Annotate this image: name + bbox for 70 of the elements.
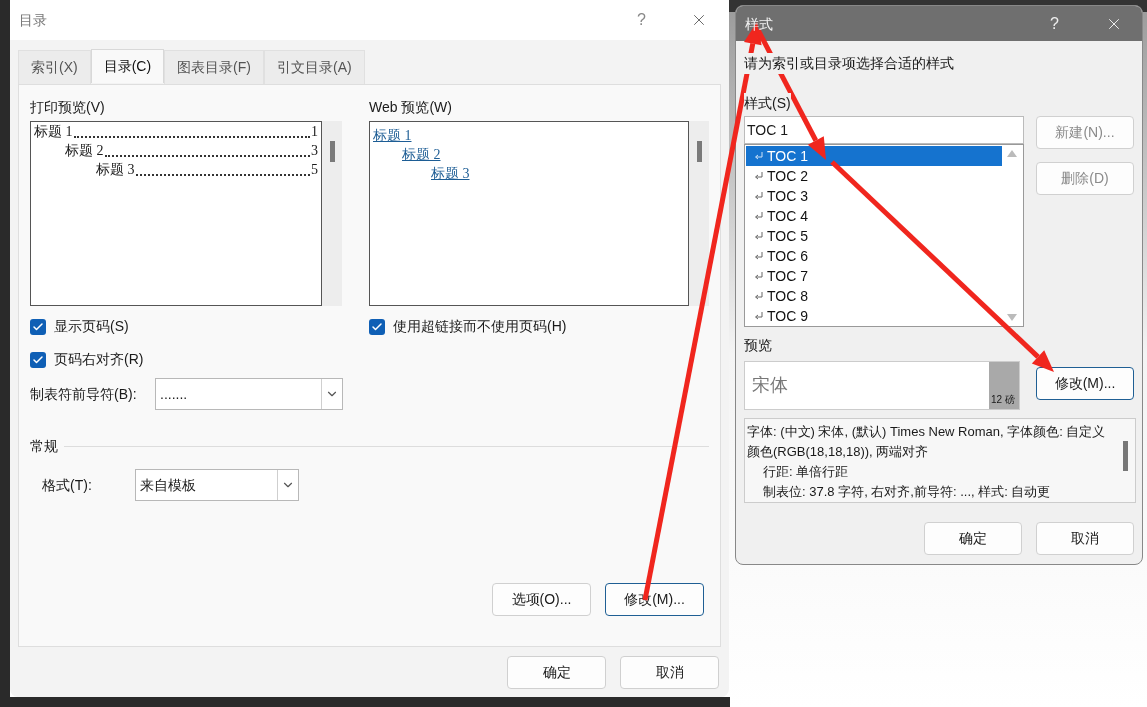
- window-title: 样式: [745, 15, 773, 32]
- checkbox[interactable]: [369, 318, 385, 335]
- checkbox-label: 使用超链接而不使用页码(H): [393, 317, 567, 336]
- style-list-item[interactable]: TOC 5: [746, 226, 1002, 246]
- toc-entry: 标题 2: [65, 142, 104, 160]
- return-arrow-icon: [754, 252, 763, 260]
- style-list-item[interactable]: TOC 9: [746, 306, 1002, 326]
- toc-entry: 标题 3: [96, 161, 135, 179]
- tab[interactable]: 目录(C): [90, 49, 165, 83]
- dialog-button[interactable]: 取消: [620, 656, 719, 689]
- checkmark-icon: [371, 320, 383, 333]
- scrollbar-thumb[interactable]: [329, 141, 335, 162]
- dialog-button[interactable]: 取消: [1036, 522, 1134, 555]
- style-list-item[interactable]: TOC 8: [746, 286, 1002, 306]
- field-label: 制表符前导符(B):: [30, 384, 138, 404]
- font-size-label: 12 磅: [989, 362, 1019, 409]
- checkbox[interactable]: [30, 318, 46, 335]
- return-arrow-icon: [754, 192, 763, 200]
- style-name-field[interactable]: TOC 1: [744, 116, 1024, 144]
- style-list-item[interactable]: TOC 7: [746, 266, 1002, 286]
- description-line: 制表位: 37.8 字符, 右对齐,前导符: ..., 样式: 自动更: [762, 483, 1052, 501]
- help-button[interactable]: ?: [1050, 11, 1059, 36]
- description-line: 行距: 单倍行距: [762, 463, 850, 481]
- page-number: 5: [311, 161, 318, 179]
- help-button[interactable]: ?: [637, 8, 646, 32]
- instruction-text: 请为索引或目录项选择合适的样式: [744, 53, 954, 74]
- toc-link[interactable]: 标题 3: [431, 166, 470, 181]
- dialog-button[interactable]: 选项(O)...: [492, 583, 591, 616]
- checkbox-label: 显示页码(S): [54, 317, 129, 336]
- checkmark-icon: [32, 320, 44, 333]
- return-arrow-icon: [754, 272, 763, 280]
- dialog-button[interactable]: 确定: [924, 522, 1022, 555]
- field-label: 样式(S): [744, 93, 791, 114]
- section-label: 打印预览(V): [30, 98, 106, 117]
- return-arrow-icon: [754, 312, 763, 320]
- style-list-item[interactable]: TOC 2: [746, 166, 1002, 186]
- return-arrow-icon: [754, 172, 763, 180]
- dropdown[interactable]: 来自模板: [135, 469, 299, 501]
- dialog-button[interactable]: 确定: [507, 656, 606, 689]
- toc-link[interactable]: 标题 1: [373, 128, 412, 143]
- return-arrow-icon: [754, 152, 763, 160]
- scrollbar-thumb[interactable]: [696, 141, 702, 162]
- checkbox-label: 页码右对齐(R): [54, 350, 144, 369]
- checkbox[interactable]: [30, 351, 46, 368]
- window-title: 目录: [19, 10, 48, 30]
- style-list-item[interactable]: TOC 4: [746, 206, 1002, 226]
- style-list-item[interactable]: TOC 3: [746, 186, 1002, 206]
- return-arrow-icon: [754, 292, 763, 300]
- toc-entry: 标题 1: [34, 123, 73, 141]
- style-list[interactable]: TOC 1 TOC 2 TOC 3 TOC 4 TOC 5 TOC 6 TOC 7 TOC 8 TOC 9: [744, 144, 1024, 327]
- tab[interactable]: 图表目录(F): [164, 50, 264, 84]
- section-label: 预览: [744, 336, 773, 355]
- page-number: 1: [311, 123, 318, 141]
- toc-link[interactable]: 标题 2: [402, 147, 441, 162]
- field-label: 格式(T):: [42, 475, 93, 495]
- description-line: 字体: (中文) 宋体, (默认) Times New Roman, 字体颜色: 自定义颜色(RGB(18,18,18)), 两端对齐: [747, 423, 1107, 461]
- group-heading: 常规: [30, 437, 58, 456]
- style-list-item[interactable]: TOC 6: [746, 246, 1002, 266]
- return-arrow-icon: [754, 212, 763, 220]
- checkmark-icon: [32, 353, 44, 366]
- style-list-item[interactable]: TOC 1: [746, 146, 1002, 166]
- section-label: Web 预览(W): [369, 98, 453, 117]
- dropdown[interactable]: .......: [155, 378, 343, 410]
- tab[interactable]: 引文目录(A): [264, 50, 365, 84]
- scrollbar-thumb[interactable]: [1122, 441, 1128, 471]
- return-arrow-icon: [754, 232, 763, 240]
- page-number: 3: [311, 142, 318, 160]
- preview-text: 宋体: [751, 374, 789, 397]
- tab[interactable]: 索引(X): [18, 50, 91, 84]
- dialog-button[interactable]: 修改(M)...: [1036, 367, 1134, 400]
